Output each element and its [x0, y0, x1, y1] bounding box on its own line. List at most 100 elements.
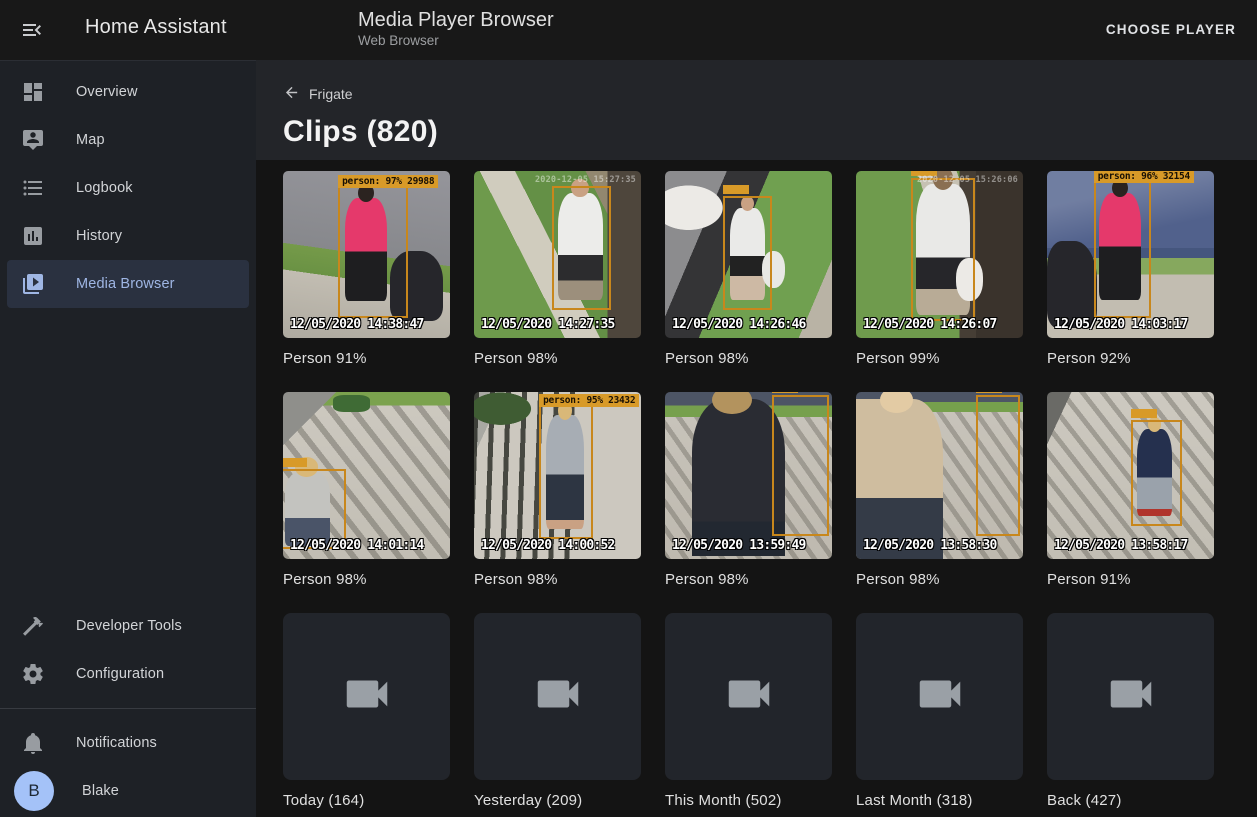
- detection-bounding-box: [1131, 420, 1183, 525]
- sidebar-divider: [0, 708, 256, 709]
- folder-label: Today (164): [283, 791, 450, 811]
- clip-thumbnail: 12/05/2020 14:26:46: [665, 171, 832, 338]
- clip-timestamp-overlay: 12/05/2020 14:03:17: [1054, 317, 1188, 332]
- folder-label: Yesterday (209): [474, 791, 641, 811]
- detection-bounding-box: [772, 395, 829, 535]
- clip-item[interactable]: person: 97% 2998812/05/2020 14:38:47Pers…: [283, 171, 450, 369]
- clip-item[interactable]: person: 95% 23432 12/05/2020 14:00:52 Pers…: [474, 392, 641, 590]
- folder-card: [474, 613, 641, 780]
- sidebar-item-label: Map: [76, 132, 105, 148]
- sidebar-main-items: Overview Map Logbook History Media Browser: [0, 68, 256, 308]
- view-dashboard-icon: [21, 80, 45, 104]
- clip-timestamp-overlay: 12/05/2020 14:38:47: [290, 317, 424, 332]
- folder-item-yesterday-209[interactable]: Yesterday (209): [474, 613, 641, 811]
- detection-label-chip: person: 95% 23432: [539, 394, 639, 407]
- clip-timestamp-overlay: 12/05/2020 14:26:07: [863, 317, 997, 332]
- clip-caption: Person 98%: [856, 570, 1023, 590]
- folder-label: Last Month (318): [856, 791, 1023, 811]
- breadcrumb[interactable]: Frigate: [283, 84, 353, 104]
- clip-caption: Person 91%: [1047, 570, 1214, 590]
- detected-person-figure: [856, 399, 943, 559]
- sidebar-item-notifications[interactable]: Notifications: [7, 719, 249, 767]
- video-icon: [340, 667, 394, 726]
- clip-item[interactable]: 12/05/2020 14:01:14 Person 98%: [283, 392, 450, 590]
- clip-item[interactable]: 12/05/2020 14:26:46 Person 98%: [665, 171, 832, 369]
- clip-timestamp-overlay: 12/05/2020 13:59:49: [672, 538, 806, 553]
- detection-label-chip: person: 96% 32154: [1094, 171, 1194, 183]
- chart-box-icon: [21, 224, 45, 248]
- clip-caption: Person 99%: [856, 349, 1023, 369]
- sidebar: Overview Map Logbook History Media Browser D…: [0, 60, 256, 817]
- sidebar-item-media-browser[interactable]: Media Browser: [7, 260, 249, 308]
- clip-thumbnail: 12/05/2020 14:01:14: [283, 392, 450, 559]
- folder-card: [665, 613, 832, 780]
- clip-timestamp-overlay: 12/05/2020 13:58:17: [1054, 538, 1188, 553]
- clip-caption: Person 98%: [474, 349, 641, 369]
- user-name: Blake: [82, 783, 119, 799]
- gear-icon: [21, 662, 45, 686]
- clip-item[interactable]: person: 96% 32154 12/05/2020 14:03:17 Pers…: [1047, 171, 1214, 369]
- clip-thumbnail: 12/05/2020 13:58:17: [1047, 392, 1214, 559]
- clip-thumbnail: 2020-12-05 15:26:0612/05/2020 14:26:07: [856, 171, 1023, 338]
- menu-open-icon: [20, 18, 48, 42]
- page-heading: Media Player Browser Web Browser: [358, 8, 554, 49]
- video-icon: [913, 667, 967, 726]
- page-title: Media Player Browser: [358, 8, 554, 32]
- sidebar-item-logbook[interactable]: Logbook: [7, 164, 249, 212]
- sidebar-spacer: [0, 308, 256, 602]
- folder-card: [1047, 613, 1214, 780]
- clip-item[interactable]: 12/05/2020 13:58:30Person 98%: [856, 392, 1023, 590]
- sidebar-item-developer-tools[interactable]: Developer Tools: [7, 602, 249, 650]
- sidebar-item-label: Media Browser: [76, 276, 175, 292]
- clip-caption: Person 98%: [283, 570, 450, 590]
- tooltip-account-icon: [21, 128, 45, 152]
- clip-caption: Person 92%: [1047, 349, 1214, 369]
- clip-caption: Person 98%: [665, 570, 832, 590]
- sidebar-item-history[interactable]: History: [7, 212, 249, 260]
- media-grid: person: 97% 2998812/05/2020 14:38:47Pers…: [283, 171, 1233, 811]
- video-icon: [531, 667, 585, 726]
- play-box-multiple-icon: [21, 272, 45, 296]
- page-title-clips: Clips (820): [283, 115, 1233, 149]
- sidebar-item-overview[interactable]: Overview: [7, 68, 249, 116]
- detection-bounding-box: [552, 186, 610, 310]
- scene-object: [333, 395, 370, 412]
- sidebar-item-label: Logbook: [76, 180, 133, 196]
- sidebar-item-configuration[interactable]: Configuration: [7, 650, 249, 698]
- folder-item-last-month-318[interactable]: Last Month (318): [856, 613, 1023, 811]
- sidebar-toggle-button[interactable]: [14, 12, 54, 48]
- clip-caption: Person 98%: [474, 570, 641, 590]
- list-bulleted-icon: [21, 176, 45, 200]
- media-grid-area: person: 97% 2998812/05/2020 14:38:47Pers…: [256, 160, 1257, 817]
- folder-item-this-month-502[interactable]: This Month (502): [665, 613, 832, 811]
- detection-label-chip: [976, 392, 1002, 393]
- folder-label: This Month (502): [665, 791, 832, 811]
- clip-caption: Person 98%: [665, 349, 832, 369]
- clip-timestamp-overlay: 12/05/2020 14:00:52: [481, 538, 615, 553]
- clip-thumbnail: person: 95% 23432 12/05/2020 14:00:52: [474, 392, 641, 559]
- sidebar-secondary-items: Developer Tools Configuration: [0, 602, 256, 698]
- sidebar-item-label: Overview: [76, 84, 138, 100]
- notifications-label: Notifications: [76, 735, 157, 751]
- sidebar-item-label: Configuration: [76, 666, 164, 682]
- clip-item[interactable]: 2020-12-05 15:26:0612/05/2020 14:26:07 Pe…: [856, 171, 1023, 369]
- clip-item[interactable]: 12/05/2020 13:59:49 Person 98%: [665, 392, 832, 590]
- video-icon: [1104, 667, 1158, 726]
- folder-card: [283, 613, 450, 780]
- bell-icon: [21, 731, 45, 755]
- clip-caption: Person 91%: [283, 349, 450, 369]
- sidebar-item-user[interactable]: B Blake: [7, 767, 249, 815]
- clip-item[interactable]: 2020-12-05 15:27:3512/05/2020 14:27:35Pe…: [474, 171, 641, 369]
- folder-label: Back (427): [1047, 791, 1214, 811]
- sidebar-item-map[interactable]: Map: [7, 116, 249, 164]
- scene-object: [1047, 241, 1097, 328]
- folder-card: [856, 613, 1023, 780]
- detection-bounding-box: [723, 196, 771, 310]
- sidebar-item-label: History: [76, 228, 122, 244]
- folder-item-today-164[interactable]: Today (164): [283, 613, 450, 811]
- folder-item-back-427[interactable]: Back (427): [1047, 613, 1214, 811]
- choose-player-button[interactable]: CHOOSE PLAYER: [1098, 16, 1244, 43]
- clip-item[interactable]: 12/05/2020 13:58:17 Person 91%: [1047, 392, 1214, 590]
- detection-label-chip: [1131, 409, 1157, 418]
- clip-timestamp-overlay: 12/05/2020 14:01:14: [290, 538, 424, 553]
